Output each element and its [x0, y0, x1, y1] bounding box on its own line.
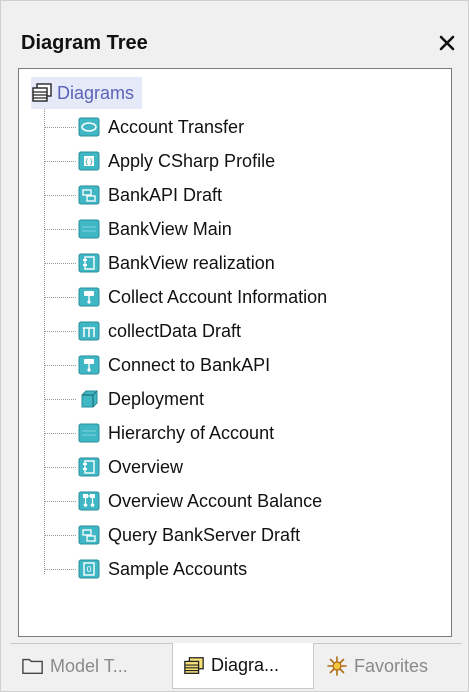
activity-diagram-icon: [78, 355, 100, 375]
package-diagram-icon: [78, 423, 100, 443]
diagrams-icon: [183, 656, 205, 676]
tree-connector: [44, 262, 76, 264]
svg-text:{}: {}: [85, 158, 94, 166]
tree-item[interactable]: BankView Main: [44, 214, 232, 244]
tab-diagram-tree[interactable]: Diagra...: [172, 643, 314, 689]
title-bar: Diagram Tree: [10, 23, 462, 63]
class-diagram-icon: [78, 185, 100, 205]
object-diagram-icon: 0: [78, 559, 100, 579]
tree-connector: [44, 126, 76, 128]
diagrams-icon: [31, 83, 53, 103]
tree-connector: [44, 398, 76, 400]
tree-item-label: Overview: [108, 456, 184, 477]
tree-item-label: BankView realization: [108, 252, 275, 273]
component-diagram-icon: [78, 253, 100, 273]
tab-favorites-label: Favorites: [354, 655, 429, 676]
tree-connector: [44, 432, 76, 434]
tree-item[interactable]: {} Apply CSharp Profile: [44, 146, 275, 176]
tree-item-label: Hierarchy of Account: [108, 422, 275, 443]
deployment-diagram-icon: [78, 389, 100, 409]
tree-item-label: Account Transfer: [108, 116, 245, 137]
tree-item[interactable]: collectData Draft: [44, 316, 241, 346]
tree-item-label: Connect to BankAPI: [108, 354, 271, 375]
tree-connector: [44, 228, 76, 230]
tree-item[interactable]: BankAPI Draft: [44, 180, 222, 210]
tree-item[interactable]: 0 Sample Accounts: [44, 554, 247, 584]
star-icon: [326, 656, 348, 676]
tree-connector: [44, 568, 76, 570]
tree-item[interactable]: Collect Account Information: [44, 282, 327, 312]
diagram-tree-panel[interactable]: Diagrams Account Transfer {} Apply CSharp …: [18, 68, 452, 637]
tree-item[interactable]: Query BankServer Draft: [44, 520, 300, 550]
close-icon[interactable]: [434, 30, 460, 56]
profile-diagram-icon: {}: [78, 151, 100, 171]
tree-connector: [44, 500, 76, 502]
tab-bar: Model T... Diagra... Favorites: [10, 643, 462, 690]
tree-item-label: Overview Account Balance: [108, 490, 323, 511]
package-diagram-icon: [78, 219, 100, 239]
tab-model-tree-label: Model T...: [50, 655, 128, 676]
tree-item-label: Sample Accounts: [108, 558, 248, 579]
tree-item-label: Query BankServer Draft: [108, 524, 301, 545]
tab-diagram-tree-label: Diagra...: [211, 655, 280, 675]
tree-root-label: Diagrams: [57, 82, 135, 103]
tab-model-tree[interactable]: Model T...: [22, 644, 172, 688]
composite-structure-diagram-icon: [78, 321, 100, 341]
tab-favorites[interactable]: Favorites: [324, 644, 462, 688]
tree-item[interactable]: Account Transfer: [44, 112, 244, 142]
tree-item[interactable]: Deployment: [44, 384, 204, 414]
tree-connector: [44, 160, 76, 162]
window-title: Diagram Tree: [21, 31, 148, 54]
class-diagram-icon: [78, 525, 100, 545]
tree-connector: [44, 330, 76, 332]
folder-icon: [22, 656, 44, 676]
tree-root-diagrams[interactable]: Diagrams: [31, 77, 143, 109]
tree-connector: [44, 296, 76, 298]
usecase-diagram-icon: [78, 117, 100, 137]
diagram-tree-window: Diagram Tree Diagrams Account Transfer {}…: [0, 0, 469, 692]
communication-diagram-icon: [78, 491, 100, 511]
tree-item-label: Apply CSharp Profile: [108, 150, 276, 171]
tree-item[interactable]: Connect to BankAPI: [44, 350, 270, 380]
tree-item-label: BankView Main: [108, 218, 232, 239]
tree-item-label: Collect Account Information: [108, 286, 328, 307]
tree-connector: [44, 534, 76, 536]
tree-item-label: Deployment: [108, 388, 205, 409]
tree-item[interactable]: Overview Account Balance: [44, 486, 322, 516]
tree-item[interactable]: BankView realization: [44, 248, 275, 278]
tree-item-label: BankAPI Draft: [108, 184, 223, 205]
activity-diagram-icon: [78, 287, 100, 307]
tree-connector: [44, 194, 76, 196]
tree-item[interactable]: Hierarchy of Account: [44, 418, 274, 448]
tree-item-label: collectData Draft: [108, 320, 242, 341]
tree-connector: [44, 466, 76, 468]
tree-item[interactable]: Overview: [44, 452, 183, 482]
svg-text:0: 0: [86, 565, 91, 574]
component-diagram-icon: [78, 457, 100, 477]
tree-connector: [44, 364, 76, 366]
